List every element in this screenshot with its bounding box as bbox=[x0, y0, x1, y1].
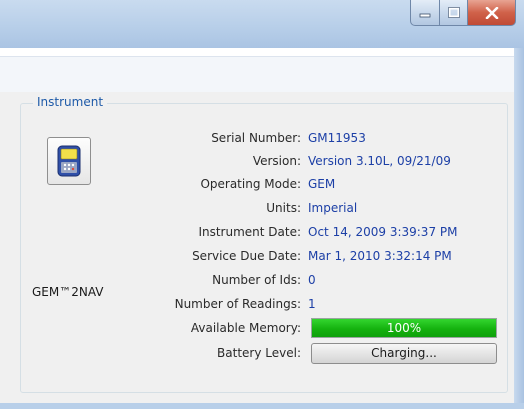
row-operating-mode: Operating Mode: GEM bbox=[0, 173, 514, 197]
row-version: Version: Version 3.10L, 09/21/09 bbox=[0, 150, 514, 174]
group-title: Instrument bbox=[33, 95, 108, 109]
units-label: Units: bbox=[266, 201, 301, 215]
instrument-date-label: Instrument Date: bbox=[198, 225, 301, 239]
serial-number-value: GM11953 bbox=[308, 131, 366, 145]
close-icon bbox=[485, 6, 498, 19]
row-instrument-date: Instrument Date: Oct 14, 2009 3:39:37 PM bbox=[0, 221, 514, 245]
row-serial-number: Serial Number: GM11953 bbox=[0, 127, 514, 151]
number-of-readings-label: Number of Readings: bbox=[174, 297, 301, 311]
close-button[interactable] bbox=[468, 0, 516, 26]
instrument-panel: Instrument GEM™2NAV Serial Number: GM119… bbox=[0, 92, 514, 403]
maximize-button[interactable] bbox=[440, 0, 468, 26]
operating-mode-label: Operating Mode: bbox=[200, 177, 301, 191]
available-memory-progress-bar: 100% bbox=[311, 318, 497, 338]
maximize-icon bbox=[447, 7, 460, 18]
window-client-area: Instrument GEM™2NAV Serial Number: GM119… bbox=[0, 48, 514, 403]
caption-buttons bbox=[410, 0, 516, 28]
toolbar-strip bbox=[0, 56, 514, 94]
available-memory-label: Available Memory: bbox=[190, 321, 301, 335]
instrument-date-value: Oct 14, 2009 3:39:37 PM bbox=[308, 225, 458, 239]
progress-percent-text: 100% bbox=[386, 321, 422, 335]
minimize-icon bbox=[419, 13, 431, 17]
row-battery-level: Battery Level: Charging... bbox=[0, 342, 514, 366]
minimize-button[interactable] bbox=[410, 0, 440, 26]
row-number-of-ids: Number of Ids: 0 bbox=[0, 269, 514, 293]
battery-level-label: Battery Level: bbox=[217, 346, 301, 360]
row-units: Units: Imperial bbox=[0, 197, 514, 221]
row-service-due-date: Service Due Date: Mar 1, 2010 3:32:14 PM bbox=[0, 245, 514, 269]
window-frame-bottom bbox=[0, 403, 524, 409]
window-frame-right bbox=[514, 48, 524, 409]
serial-number-label: Serial Number: bbox=[211, 131, 301, 145]
row-available-memory: Available Memory: 100% bbox=[0, 317, 514, 341]
service-due-date-label: Service Due Date: bbox=[192, 249, 301, 263]
version-value: Version 3.10L, 09/21/09 bbox=[308, 154, 451, 168]
number-of-ids-value: 0 bbox=[308, 273, 316, 287]
operating-mode-value: GEM bbox=[308, 177, 336, 191]
number-of-ids-label: Number of Ids: bbox=[212, 273, 301, 287]
service-due-date-value: Mar 1, 2010 3:32:14 PM bbox=[308, 249, 452, 263]
number-of-readings-value: 1 bbox=[308, 297, 316, 311]
version-label: Version: bbox=[252, 154, 301, 168]
units-value: Imperial bbox=[308, 201, 358, 215]
row-number-of-readings: Number of Readings: 1 bbox=[0, 293, 514, 317]
battery-status-button[interactable]: Charging... bbox=[311, 343, 497, 364]
